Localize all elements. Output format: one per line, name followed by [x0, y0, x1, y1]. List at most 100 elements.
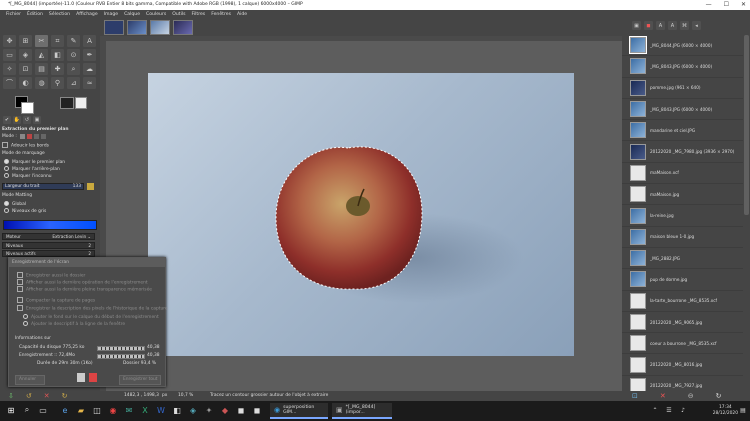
list-item[interactable]: mandarine et ciel.JPG	[622, 120, 743, 142]
list-item[interactable]: coeur a bourrone _MG_8535.xcf	[622, 333, 743, 355]
dialog-save-icon[interactable]	[77, 373, 85, 382]
list-item[interactable]: pomme.jpg (961 × 640)	[622, 78, 743, 99]
tool-options-tab-icon[interactable]: ✔	[3, 116, 11, 124]
file-explorer-icon[interactable]: ▰	[76, 405, 86, 415]
dialog-option-3[interactable]: Afficher aussi la dernière pleine transp…	[17, 286, 152, 293]
chain-icon[interactable]	[87, 183, 94, 190]
bucket-tool-icon[interactable]: ◭	[35, 49, 48, 61]
align-tool-icon[interactable]: ⊞	[19, 35, 32, 47]
images-tab-icon[interactable]: ▣	[632, 21, 641, 30]
task-view-icon[interactable]: ▭	[38, 405, 48, 415]
volume-icon[interactable]: ♪	[678, 405, 688, 415]
background-color[interactable]	[21, 102, 34, 114]
list-item[interactable]: _MG_8044.JPG (6000 × 4000)	[622, 35, 743, 57]
warp-tool-icon[interactable]: ◈	[19, 49, 32, 61]
mail-icon[interactable]: ✉	[124, 405, 134, 415]
excel-icon[interactable]: X	[140, 405, 150, 415]
brush-preview[interactable]	[60, 97, 74, 109]
mode-subtract-icon[interactable]	[34, 134, 39, 139]
dialog-cancel-button[interactable]: Annuler	[15, 375, 45, 385]
text-tool-icon[interactable]: A	[83, 35, 96, 47]
lasso-tool-icon[interactable]: ⌒	[3, 77, 16, 89]
action-center-icon[interactable]: ▤	[738, 405, 748, 415]
menu-select[interactable]: Sélection	[49, 12, 70, 17]
menu-file[interactable]: Fichier	[6, 12, 21, 17]
gradient-tool-icon[interactable]: ▤	[35, 63, 48, 75]
antialias-checkbox[interactable]: Adoucir les bords	[2, 142, 49, 149]
active-levels-spinner[interactable]: Niveaux actifs 2	[2, 250, 95, 257]
store-icon[interactable]: ◫	[92, 405, 102, 415]
menu-layer[interactable]: Calque	[124, 12, 140, 17]
chrome-icon[interactable]: ◉	[108, 405, 118, 415]
restore-options-icon[interactable]: ↺	[26, 392, 32, 400]
list-item[interactable]: maMaison.jpg	[622, 184, 743, 206]
menu-view[interactable]: Affichage	[76, 12, 98, 17]
color-picker-tool-icon[interactable]: ⚲	[51, 77, 64, 89]
pattern-preview[interactable]	[75, 97, 87, 109]
reset-options-icon[interactable]: ↻	[62, 392, 68, 400]
network-icon[interactable]: ☰	[664, 405, 674, 415]
measure-tool-icon[interactable]: ⊿	[67, 77, 80, 89]
menu-help[interactable]: Aide	[237, 12, 247, 17]
dodge-tool-icon[interactable]: ◐	[19, 77, 32, 89]
image-tab-3[interactable]	[150, 20, 170, 35]
open-image-icon[interactable]: ⊡	[632, 392, 638, 400]
list-item[interactable]: _MG_2882.JPG	[622, 248, 743, 270]
list-item[interactable]: 20122020 _MG_8016.jpg	[622, 354, 743, 376]
word-icon[interactable]: W	[156, 405, 166, 415]
dialog-option-7[interactable]: Ajouter le descriptif à la ligne de la f…	[23, 321, 125, 327]
minimize-button[interactable]: —	[706, 1, 712, 8]
zoom-tool-icon[interactable]: ⌕	[67, 63, 80, 75]
clone-tool-icon[interactable]: ⊙	[67, 49, 80, 61]
draw-mode-foreground[interactable]: Marquer le premier plan	[4, 159, 65, 165]
text-tab-icon[interactable]: A	[668, 21, 677, 30]
path-tool-icon[interactable]: ✒	[83, 49, 96, 61]
edge-browser-icon[interactable]: e	[60, 405, 70, 415]
matting-mode-grayscale[interactable]: Niveaux de gris	[4, 208, 46, 214]
close-button[interactable]: ✕	[741, 1, 746, 8]
paths-tab-icon[interactable]: ⌘	[680, 21, 689, 30]
draw-mode-background[interactable]: Marquer l'arrière-plan	[4, 166, 60, 172]
heal-tool-icon[interactable]: ✚	[51, 63, 64, 75]
zoom-dropdown[interactable]: 10,7 %	[178, 393, 193, 398]
device-status-tab-icon[interactable]: ✋	[13, 116, 21, 124]
color-swatches[interactable]	[12, 95, 52, 115]
levels-spinner[interactable]: Niveaux 2	[2, 242, 95, 249]
document-list-scrollbar[interactable]	[744, 35, 749, 215]
menu-image[interactable]: Image	[104, 12, 118, 17]
dialog-option-6[interactable]: Ajouter le fond sur le calque du début d…	[23, 314, 159, 320]
list-item[interactable]: _MG_8043.JPG (6000 × 4000)	[622, 56, 743, 78]
configure-tab-icon[interactable]: ◂	[692, 21, 701, 30]
unified-transform-tool-icon[interactable]: ⊡	[19, 63, 32, 75]
airbrush-tool-icon[interactable]: ≈	[83, 77, 96, 89]
app-icon-1[interactable]: ◧	[172, 405, 182, 415]
image-tab-1[interactable]	[104, 20, 124, 35]
color-tab-icon[interactable]: ◼	[644, 21, 653, 30]
delete-options-icon[interactable]: ✕	[44, 392, 50, 400]
dialog-option-4[interactable]: Compacter la capture de pages	[17, 297, 95, 304]
matting-mode-global[interactable]: Global	[4, 201, 26, 207]
mode-add-icon[interactable]	[27, 134, 32, 139]
app-icon-4[interactable]: ◆	[220, 405, 230, 415]
list-item[interactable]: la-tarte_bourrone _MG_8535.xcf	[622, 291, 743, 312]
blur-tool-icon[interactable]: ◍	[35, 77, 48, 89]
draw-mode-unknown[interactable]: Marquer l'inconnu	[4, 173, 52, 179]
list-item[interactable]: maMaison.xcf	[622, 163, 743, 185]
fuzzy-select-tool-icon[interactable]: ✧	[3, 63, 16, 75]
dialog-stop-icon[interactable]	[89, 373, 97, 382]
list-item[interactable]: 20122020 _MG_9065.jpg	[622, 312, 743, 334]
list-item[interactable]: 20122020 _MG_7980.jpg (3936 × 2970)	[622, 141, 743, 163]
search-icon[interactable]: ⌕	[22, 405, 32, 415]
preview-color-bar[interactable]	[3, 220, 97, 230]
eraser-tool-icon[interactable]: ◧	[51, 49, 64, 61]
smudge-tool-icon[interactable]: ☁	[83, 63, 96, 75]
rect-select-tool-icon[interactable]: ▭	[3, 49, 16, 61]
stroke-width-slider[interactable]: Largeur du trait 133	[2, 183, 84, 190]
foreground-select-tool-icon[interactable]: ✂	[35, 35, 48, 47]
list-item[interactable]: pup de dorme.jpg	[622, 269, 743, 291]
mode-replace-icon[interactable]	[20, 134, 25, 139]
engine-dropdown[interactable]: Moteur Extraction Levin ⌄	[2, 233, 95, 240]
undo-history-tab-icon[interactable]: ↺	[23, 116, 31, 124]
menu-tools[interactable]: Outils	[172, 12, 185, 17]
apple-photo[interactable]	[148, 73, 574, 356]
